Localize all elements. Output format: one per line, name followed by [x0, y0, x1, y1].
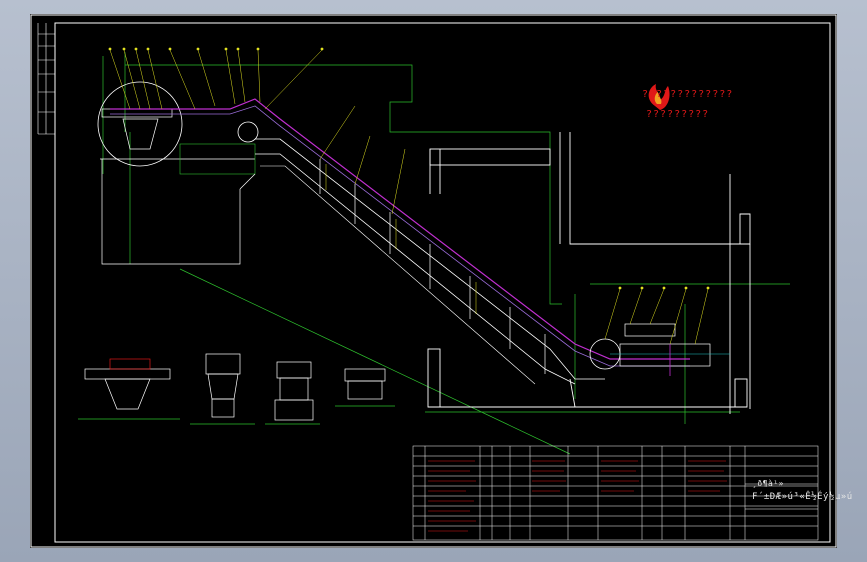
part-balloons [108, 47, 710, 290]
drawing-code: ¸ð¶à¹» [752, 479, 784, 488]
inner-frame [54, 22, 831, 543]
tail-section [589, 323, 730, 376]
section-view-a [78, 358, 180, 420]
leader-lines [109, 49, 709, 345]
logo-line-1: ????????????? [642, 89, 734, 100]
section-view-c [265, 361, 320, 425]
building-outline [427, 132, 751, 414]
drawing-title: F´±ÐÆ»ú³«Ê½Éý½µ»ú [752, 492, 853, 502]
cad-viewport[interactable]: ????????????? ????????? F´±ÐÆ»ú³«Ê½Éý½µ»… [0, 0, 867, 562]
inclined-conveyor [110, 98, 690, 385]
logo-line-2: ????????? [646, 109, 710, 120]
section-view-b [190, 353, 255, 425]
revision-strip [37, 23, 55, 135]
drawing-sheet[interactable]: ????????????? ????????? F´±ÐÆ»ú³«Ê½Éý½µ»… [30, 14, 852, 548]
section-view-d [335, 368, 395, 407]
